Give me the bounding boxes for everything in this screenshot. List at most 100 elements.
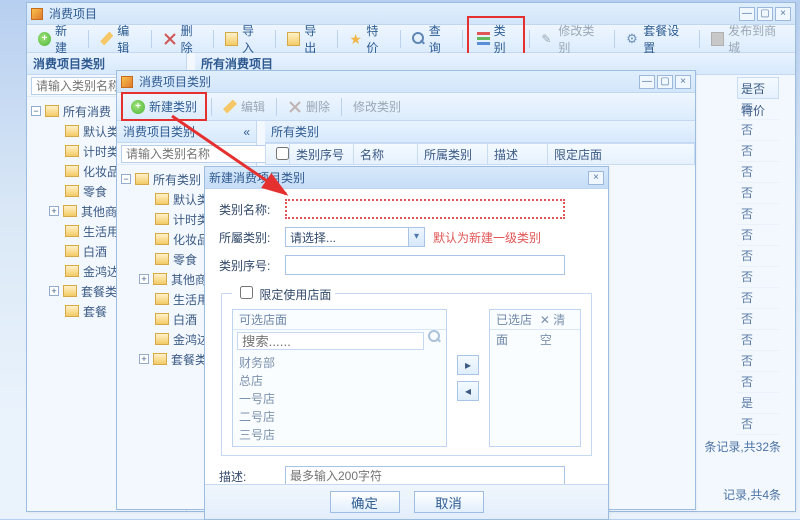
move-left-btn[interactable]: ◂ (457, 381, 479, 401)
store-item[interactable]: 三号店 (239, 426, 440, 444)
ok-button[interactable]: 确定 (330, 491, 400, 513)
win2-thead: 类别序号名称所属类别描述限定店面 (265, 143, 695, 165)
bg-cell: 否 (737, 120, 779, 141)
folder-icon (135, 173, 149, 185)
win2-side-title: 消费项目类别 « (117, 121, 256, 143)
store-item[interactable]: 总店 (239, 372, 440, 390)
select-all-checkbox[interactable] (276, 147, 289, 160)
win2-min[interactable]: — (639, 75, 655, 89)
tree-toggle[interactable]: − (31, 106, 41, 116)
input-desc[interactable] (285, 466, 565, 484)
col-header[interactable]: 类别序号 (289, 144, 353, 164)
col-header[interactable]: 描述 (487, 144, 547, 164)
chevron-down-icon[interactable]: ▾ (408, 228, 424, 246)
store-item[interactable]: 一号店 (239, 390, 440, 408)
bg-cell: 否 (737, 372, 779, 393)
pager-2: 记录,共4条 (723, 486, 781, 503)
plus-icon (38, 32, 51, 46)
win2-side-collapse[interactable]: « (243, 125, 250, 139)
category-icon (477, 32, 490, 46)
win2-icon (121, 76, 133, 88)
bg-cell: 否 (737, 162, 779, 183)
bg-cell: 是 (737, 393, 779, 414)
dialog-button-bar: 确定 取消 (205, 484, 608, 519)
tb2-newcat[interactable]: 新建类别 (124, 95, 204, 118)
clear-btn[interactable]: ✕ 清空 (540, 310, 574, 329)
folder-icon (65, 145, 79, 157)
chk-limit[interactable] (240, 286, 253, 299)
mall-icon (711, 32, 724, 46)
tb2-editcat: 修改类别 (346, 95, 408, 118)
bg-cell: 否 (737, 183, 779, 204)
tree-label: 其他商 (171, 271, 207, 288)
star-icon: ★ (349, 32, 362, 46)
plus-icon (131, 100, 145, 114)
col-header[interactable]: 名称 (353, 144, 417, 164)
win3-close[interactable]: × (588, 171, 604, 185)
tree-toggle[interactable]: + (139, 274, 149, 284)
bg-cell: 否 (737, 267, 779, 288)
folder-icon (65, 245, 79, 257)
parent-select[interactable]: ▾ (285, 227, 425, 247)
bg-cell: 否 (737, 288, 779, 309)
folder-icon (63, 285, 77, 297)
delete-icon (288, 100, 302, 114)
bg-cell: 否 (737, 246, 779, 267)
tree-toggle[interactable]: + (139, 354, 149, 364)
input-seq[interactable] (285, 255, 565, 275)
highlight-newcat-button: 新建类别 (121, 92, 207, 121)
bg-cell: 否 (737, 351, 779, 372)
col-header[interactable]: 所属类别 (417, 144, 487, 164)
win2-max[interactable]: ▢ (657, 75, 673, 89)
lbl-parent: 所屬类别: (219, 229, 285, 246)
parent-input[interactable] (285, 227, 425, 247)
search-icon (412, 32, 425, 46)
tree-label: 套餐 (83, 303, 107, 320)
folder-icon (153, 353, 167, 365)
folder-icon (65, 225, 79, 237)
store-item[interactable]: 财务部 (239, 354, 440, 372)
tree-toggle[interactable]: + (49, 206, 59, 216)
folder-out-icon (287, 32, 300, 46)
lbl-name: 类别名称: (219, 201, 285, 218)
folder-icon (65, 125, 79, 137)
tree-label: 所有类别 (153, 171, 201, 188)
folder-icon (63, 205, 77, 217)
tree-toggle[interactable]: − (121, 174, 131, 184)
pencil-icon (223, 100, 237, 114)
tree-toggle[interactable]: + (49, 286, 59, 296)
store-items: 财务部总店一号店二号店三号店 (233, 352, 446, 446)
tree-label: 白酒 (173, 311, 197, 328)
col-header[interactable] (265, 144, 289, 164)
editcat-icon: ✎ (541, 32, 554, 46)
store-item[interactable]: 二号店 (239, 408, 440, 426)
win2-right: 所有类别 类别序号名称所属类别描述限定店面 (265, 121, 695, 165)
win3-title: 新建消费项目类别 (209, 169, 305, 186)
input-name[interactable] (285, 199, 565, 219)
cancel-button[interactable]: 取消 (414, 491, 484, 513)
store-search[interactable] (237, 332, 424, 350)
win3-body: 类别名称: 所屬类别: ▾ 默认为新建一级类别 类别序号: 限定使用店面 可选店… (205, 189, 608, 484)
tree-label: 零食 (173, 251, 197, 268)
tree-label: 所有消费 (63, 103, 111, 120)
lbl-seq: 类别序号: (219, 257, 285, 274)
win2-right-title: 所有类别 (265, 121, 695, 143)
win2-close[interactable]: × (675, 75, 691, 89)
search-icon[interactable] (428, 330, 442, 352)
win2-toolbar: 新建类别 编辑 删除 修改类别 (117, 93, 695, 121)
available-stores: 可选店面 财务部总店一号店二号店三号店 (232, 309, 447, 447)
win2-filter-input[interactable] (121, 145, 286, 163)
limit-legend: 限定使用店面 (232, 283, 335, 303)
folder-icon (155, 213, 169, 225)
folder-icon (65, 305, 79, 317)
selected-header: 已选店面 ✕ 清空 (490, 310, 580, 330)
bg-cell: 否 (737, 414, 779, 435)
folder-icon (65, 165, 79, 177)
lbl-desc: 描述: (219, 468, 285, 485)
move-right-btn[interactable]: ▸ (457, 355, 479, 375)
selected-stores: 已选店面 ✕ 清空 (489, 309, 581, 447)
bg-cell: 否 (737, 204, 779, 225)
delete-icon (163, 32, 177, 46)
bg-cell: 否 (737, 141, 779, 162)
col-header[interactable]: 限定店面 (547, 144, 627, 164)
